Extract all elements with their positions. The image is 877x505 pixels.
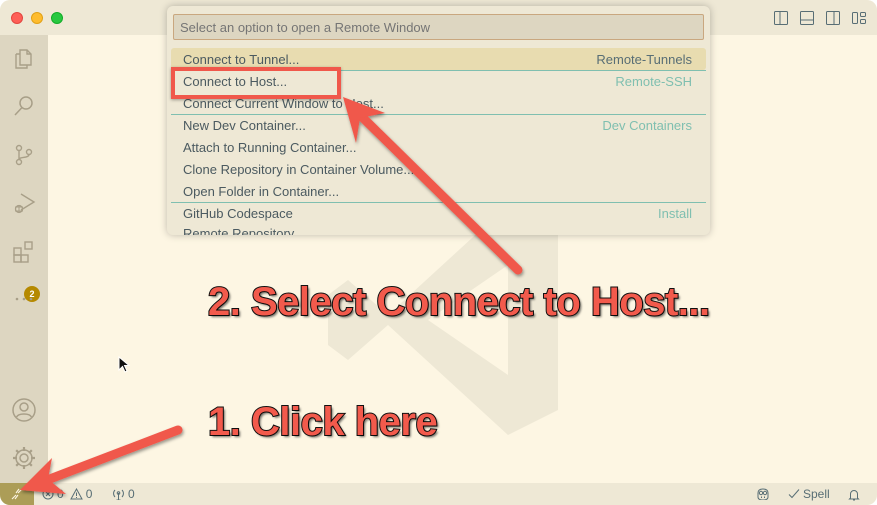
activity-accounts[interactable] (10, 396, 38, 424)
item-label: Attach to Running Container... (183, 139, 357, 155)
activity-bar: 2 (0, 35, 48, 483)
layout-customize-icon (852, 12, 866, 24)
item-detail: Install (658, 206, 692, 221)
activity-run-debug[interactable] (10, 189, 38, 217)
annotation-step-1: 1. Click here (207, 399, 439, 445)
item-detail: Remote-SSH (615, 74, 692, 89)
activity-explorer[interactable] (10, 45, 38, 73)
item-detail: Remote-Tunnels (596, 51, 692, 67)
spell-label: Spell (803, 487, 830, 501)
item-label: Remote Repository (183, 226, 295, 235)
activity-more[interactable] (10, 285, 38, 313)
vscode-window: 2 0 0 0 Spell Select an option to open a… (0, 0, 877, 505)
ports-count: 0 (128, 487, 135, 501)
copilot-icon (757, 488, 769, 500)
error-icon (42, 488, 54, 500)
ellipsis-icon (15, 297, 33, 301)
ports-indicator[interactable]: 0 (112, 483, 135, 505)
toggle-primary-sidebar-button[interactable] (773, 10, 789, 26)
item-label: Connect to Tunnel... (183, 51, 300, 67)
remote-indicator-button[interactable] (0, 483, 34, 505)
quick-pick-item[interactable]: Attach to Running Container... (171, 136, 706, 158)
broadcast-icon (113, 489, 124, 500)
activity-manage[interactable] (10, 444, 38, 472)
account-icon (12, 398, 36, 422)
quick-pick-item[interactable]: Clone Repository in Container Volume... (171, 158, 706, 180)
toggle-secondary-sidebar-button[interactable] (825, 10, 841, 26)
quick-pick-item[interactable]: GitHub Codespace Install (171, 202, 706, 224)
error-count: 0 (57, 487, 64, 501)
files-icon (15, 49, 32, 69)
customize-layout-button[interactable] (851, 10, 867, 26)
panel-bottom-icon (800, 11, 814, 25)
item-label: Open Folder in Container... (183, 183, 340, 199)
run-debug-icon (14, 193, 36, 214)
copilot-status[interactable] (756, 483, 770, 505)
annotation-step-2: 2. Select Connect to Host... (207, 279, 711, 325)
close-window-button[interactable] (11, 12, 23, 24)
remote-indicator-icon (11, 488, 23, 500)
maximize-window-button[interactable] (51, 12, 63, 24)
quick-pick-item-connect-to-host[interactable]: Connect to Host... Remote-SSH (171, 70, 706, 92)
spell-check-status[interactable]: Spell (788, 483, 830, 505)
item-label: Connect to Host... (183, 74, 288, 89)
source-control-icon (15, 144, 33, 166)
item-label: GitHub Codespace (183, 206, 293, 221)
quick-pick-item[interactable]: New Dev Container... Dev Containers (171, 114, 706, 136)
warning-count: 0 (85, 487, 93, 501)
status-bar: 0 0 0 Spell (0, 483, 877, 505)
item-label: Connect Current Window to Host... (183, 95, 384, 111)
sidebar-right-icon (826, 11, 840, 25)
remote-quick-pick: Connect to Tunnel... Remote-Tunnels Conn… (167, 6, 710, 235)
quick-pick-item[interactable]: Remote Repository (171, 224, 706, 235)
quick-pick-list: Connect to Tunnel... Remote-Tunnels Conn… (171, 48, 706, 235)
check-icon (788, 489, 800, 499)
item-label: New Dev Container... (183, 118, 306, 133)
bell-icon (848, 489, 860, 500)
gear-icon (13, 447, 35, 469)
extensions-icon (13, 241, 33, 263)
quick-pick-item[interactable]: Connect to Tunnel... Remote-Tunnels (171, 48, 706, 70)
quick-pick-item[interactable]: Connect Current Window to Host... (171, 92, 706, 114)
mouse-cursor-icon (118, 356, 130, 373)
toggle-panel-button[interactable] (799, 10, 815, 26)
activity-source-control[interactable] (10, 141, 38, 169)
notifications-button[interactable] (848, 483, 860, 505)
minimize-window-button[interactable] (31, 12, 43, 24)
problems-indicator[interactable]: 0 0 (42, 483, 92, 505)
item-label: Clone Repository in Container Volume... (183, 161, 415, 177)
warning-icon (69, 488, 83, 500)
quick-pick-input[interactable] (173, 14, 704, 40)
activity-extensions[interactable] (10, 238, 38, 266)
quick-pick-item[interactable]: Open Folder in Container... (171, 180, 706, 202)
search-icon (14, 96, 33, 116)
activity-search[interactable] (10, 92, 38, 120)
item-detail: Dev Containers (602, 118, 692, 133)
sidebar-left-icon (774, 11, 788, 25)
